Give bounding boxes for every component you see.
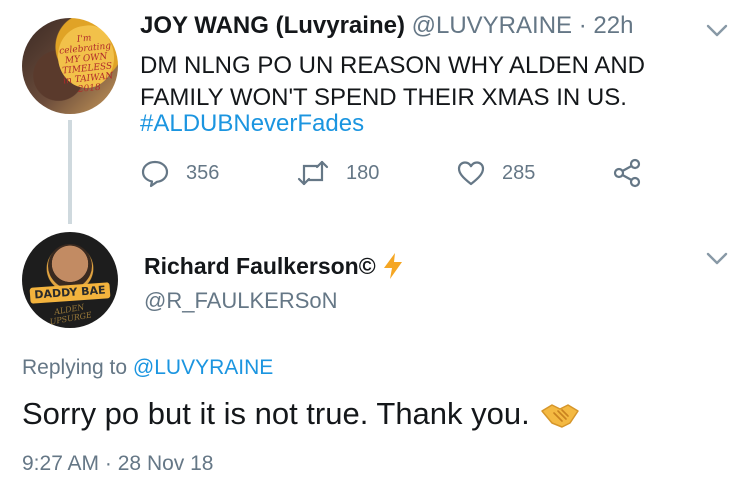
tweet-author[interactable]: JOY WANG (Luvyraine) @LUVYRAINE · 22h: [140, 12, 633, 40]
reply-button[interactable]: 356: [140, 158, 219, 188]
retweet-icon: [297, 160, 329, 186]
reply-count: 356: [186, 161, 220, 184]
avatar-face: [48, 244, 92, 288]
reply-icon: [141, 160, 169, 188]
share-button[interactable]: [612, 158, 658, 188]
reply-author[interactable]: Richard Faulkerson©: [144, 252, 404, 280]
chevron-down-icon[interactable]: [706, 252, 728, 266]
author-handle[interactable]: @R_FAULKERSoN: [144, 288, 338, 314]
share-icon: [613, 158, 641, 188]
lightning-bolt-icon: [383, 253, 402, 279]
author-handle[interactable]: @LUVYRAINE: [412, 12, 572, 39]
tweet-meta: 9:27 AM · 28 Nov 18: [22, 452, 213, 476]
retweet-button[interactable]: 180: [296, 158, 379, 188]
retweet-count: 180: [346, 161, 380, 184]
handshake-icon: [541, 404, 579, 428]
like-count: 285: [502, 161, 536, 184]
author-name[interactable]: Richard Faulkerson©: [144, 253, 376, 280]
tweet-text: DM NLNG PO UN REASON WHY ALDEN AND FAMIL…: [140, 52, 645, 111]
reply-text-content: Sorry po but it is not true. Thank you.: [22, 396, 530, 431]
separator: ·: [578, 12, 587, 39]
timestamp[interactable]: 22h: [593, 12, 633, 39]
reply-text: Sorry po but it is not true. Thank you.: [22, 396, 580, 432]
separator: ·: [104, 452, 112, 475]
thread-connector: [68, 120, 72, 224]
replying-to-link[interactable]: @LUVYRAINE: [133, 356, 273, 379]
chevron-down-icon[interactable]: [706, 24, 728, 38]
replying-prefix: Replying to: [22, 356, 128, 379]
tweet-time[interactable]: 9:27 AM: [22, 452, 99, 475]
like-button[interactable]: 285: [456, 158, 535, 188]
heart-icon: [457, 161, 485, 186]
hashtag-link[interactable]: #ALDUBNeverFades: [140, 110, 364, 138]
author-name[interactable]: JOY WANG (Luvyraine): [140, 12, 405, 39]
replying-to: Replying to @LUVYRAINE: [22, 356, 273, 380]
tweet-date[interactable]: 28 Nov 18: [118, 452, 214, 475]
